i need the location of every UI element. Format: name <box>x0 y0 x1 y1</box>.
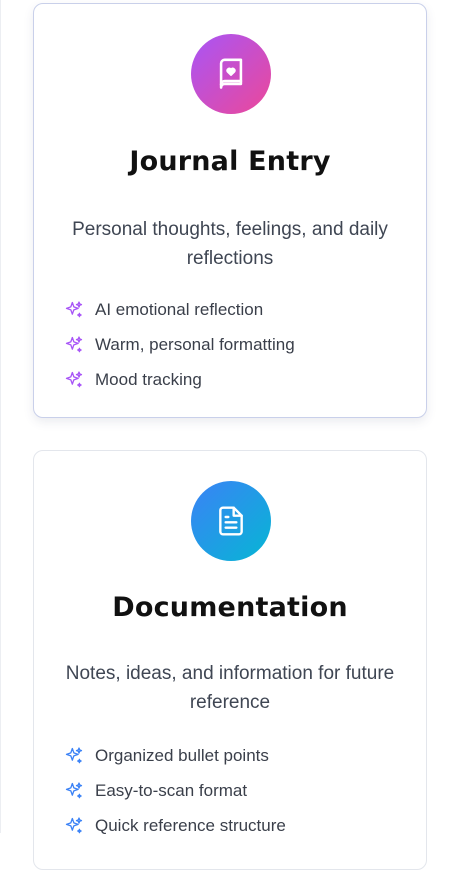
feature-list: AI emotional reflection Warm, personal f… <box>64 292 295 397</box>
sparkles-icon <box>65 300 83 317</box>
feature-label: Easy-to-scan format <box>95 780 248 800</box>
documentation-card[interactable]: Documentation Notes, ideas, and informat… <box>33 450 427 870</box>
documentation-icon-badge <box>191 481 271 561</box>
sparkles-icon <box>65 781 83 798</box>
feature-label: Organized bullet points <box>95 745 269 765</box>
sparkles-icon <box>65 335 83 352</box>
feature-item: Easy-to-scan format <box>64 773 286 808</box>
card-description: Personal thoughts, feelings, and daily r… <box>72 219 388 269</box>
card-description: Notes, ideas, and information for future… <box>65 663 395 713</box>
page-divider <box>0 0 1 833</box>
sparkles-icon <box>65 370 83 387</box>
feature-label: Mood tracking <box>95 369 202 389</box>
feature-item: Mood tracking <box>64 362 295 397</box>
feature-item: AI emotional reflection <box>64 292 295 327</box>
feature-item: Organized bullet points <box>64 738 286 773</box>
feature-item: Quick reference structure <box>64 808 286 843</box>
document-icon <box>219 506 243 536</box>
card-title: Documentation <box>112 592 348 623</box>
sparkles-icon <box>65 746 83 763</box>
card-title: Journal Entry <box>129 146 331 177</box>
feature-list: Organized bullet points Easy-to-scan for… <box>64 738 286 843</box>
feature-label: AI emotional reflection <box>95 299 264 319</box>
journal-entry-card[interactable]: Journal Entry Personal thoughts, feeling… <box>33 3 427 418</box>
journal-icon-badge <box>191 34 271 114</box>
feature-item: Warm, personal formatting <box>64 327 295 362</box>
feature-label: Warm, personal formatting <box>95 334 295 354</box>
journal-heart-icon <box>219 58 243 89</box>
